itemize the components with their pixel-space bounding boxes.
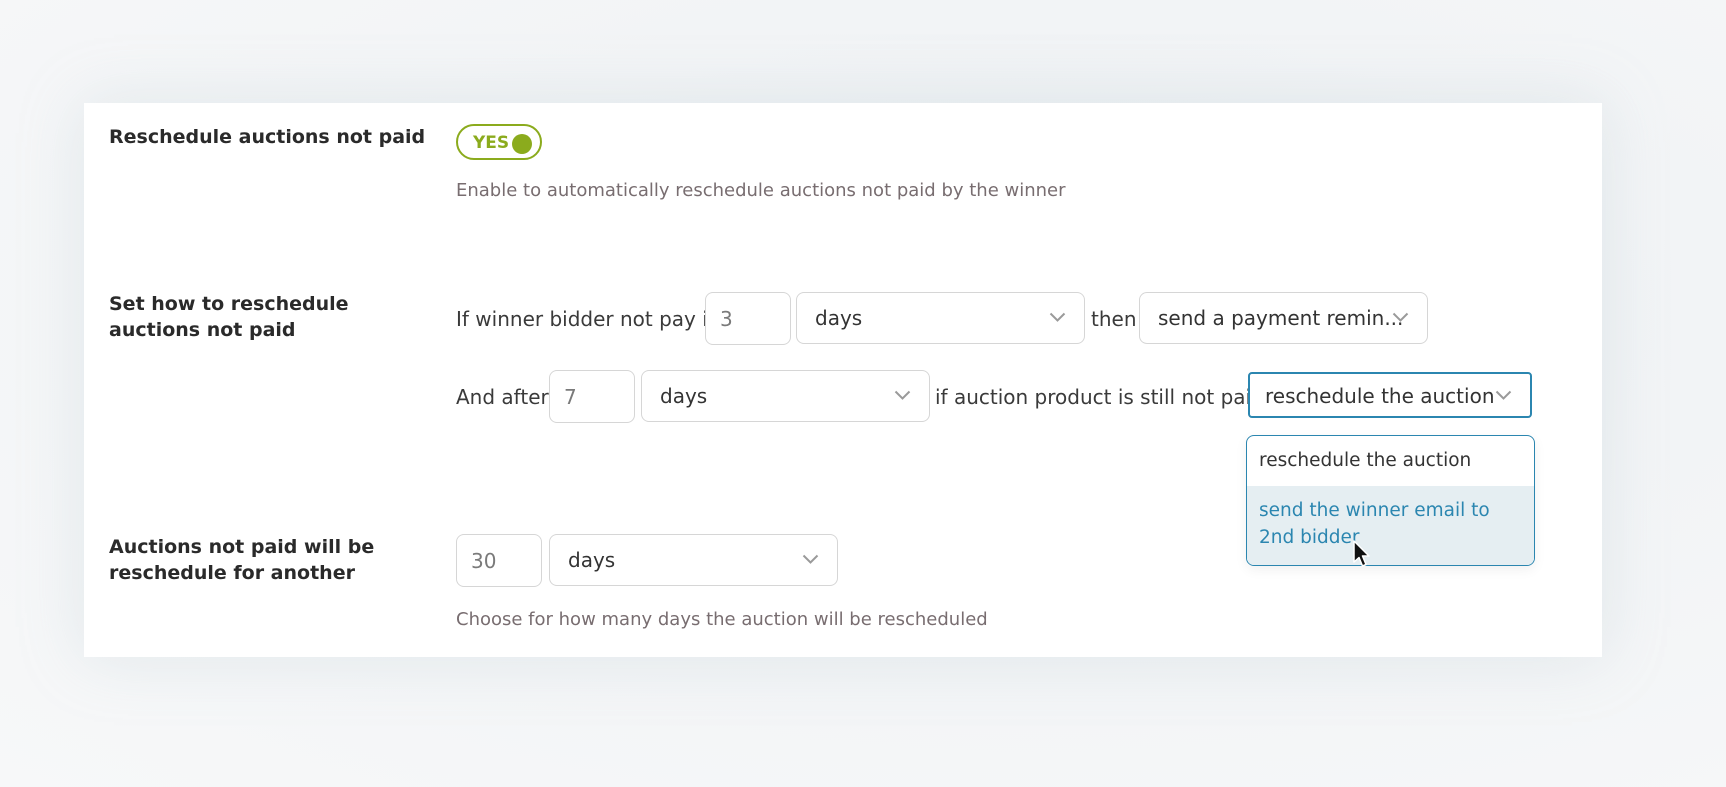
row2-action-select[interactable]: reschedule the auction: [1248, 372, 1532, 418]
toggle-knob: [512, 134, 532, 154]
reschedule-days-input[interactable]: [456, 534, 542, 587]
reschedule-for-description: Choose for how many days the auction wil…: [456, 609, 988, 630]
row1-action-value: send a payment remin...: [1158, 306, 1404, 330]
row2-action-value: reschedule the auction: [1265, 384, 1495, 408]
reschedule-not-paid-label: Reschedule auctions not paid: [109, 126, 426, 148]
chevron-down-icon: [802, 554, 819, 564]
row1-prefix-text: If winner bidder not pay in: [456, 307, 721, 331]
chevron-down-icon: [1495, 390, 1512, 400]
chevron-down-icon: [1049, 312, 1066, 322]
reschedule-for-label: Auctions not paid will be reschedule for…: [109, 534, 374, 586]
row1-days-input[interactable]: [705, 292, 791, 345]
mouse-cursor-icon: [1353, 540, 1370, 567]
row2-prefix-text: And after: [456, 385, 549, 409]
dropdown-option-email-2nd-bidder[interactable]: send the winner email to 2nd bidder: [1247, 486, 1534, 565]
row1-connector-text: then: [1091, 307, 1137, 331]
reschedule-unit-value: days: [568, 548, 616, 572]
how-to-reschedule-label: Set how to reschedule auctions not paid: [109, 291, 349, 343]
row2-connector-text: if auction product is still not paid: [935, 385, 1264, 409]
reschedule-for-label-line2: reschedule for another: [109, 562, 355, 584]
toggle-state-label: YES: [473, 133, 510, 153]
row1-unit-value: days: [815, 306, 863, 330]
chevron-down-icon: [1392, 312, 1409, 322]
dropdown-option-reschedule[interactable]: reschedule the auction: [1247, 436, 1534, 486]
how-to-reschedule-label-line1: Set how to reschedule: [109, 293, 349, 315]
reschedule-unit-select[interactable]: days: [549, 534, 838, 586]
how-to-reschedule-label-line2: auctions not paid: [109, 319, 296, 341]
row2-action-dropdown: reschedule the auction send the winner e…: [1246, 435, 1535, 566]
row2-unit-value: days: [660, 384, 708, 408]
chevron-down-icon: [894, 390, 911, 400]
row2-unit-select[interactable]: days: [641, 370, 930, 422]
reschedule-for-label-line1: Auctions not paid will be: [109, 536, 375, 558]
row1-action-select[interactable]: send a payment remin...: [1139, 292, 1428, 344]
row1-unit-select[interactable]: days: [796, 292, 1085, 344]
row2-days-input[interactable]: [549, 370, 635, 423]
reschedule-toggle[interactable]: YES: [456, 124, 542, 160]
reschedule-toggle-description: Enable to automatically reschedule aucti…: [456, 180, 1066, 201]
